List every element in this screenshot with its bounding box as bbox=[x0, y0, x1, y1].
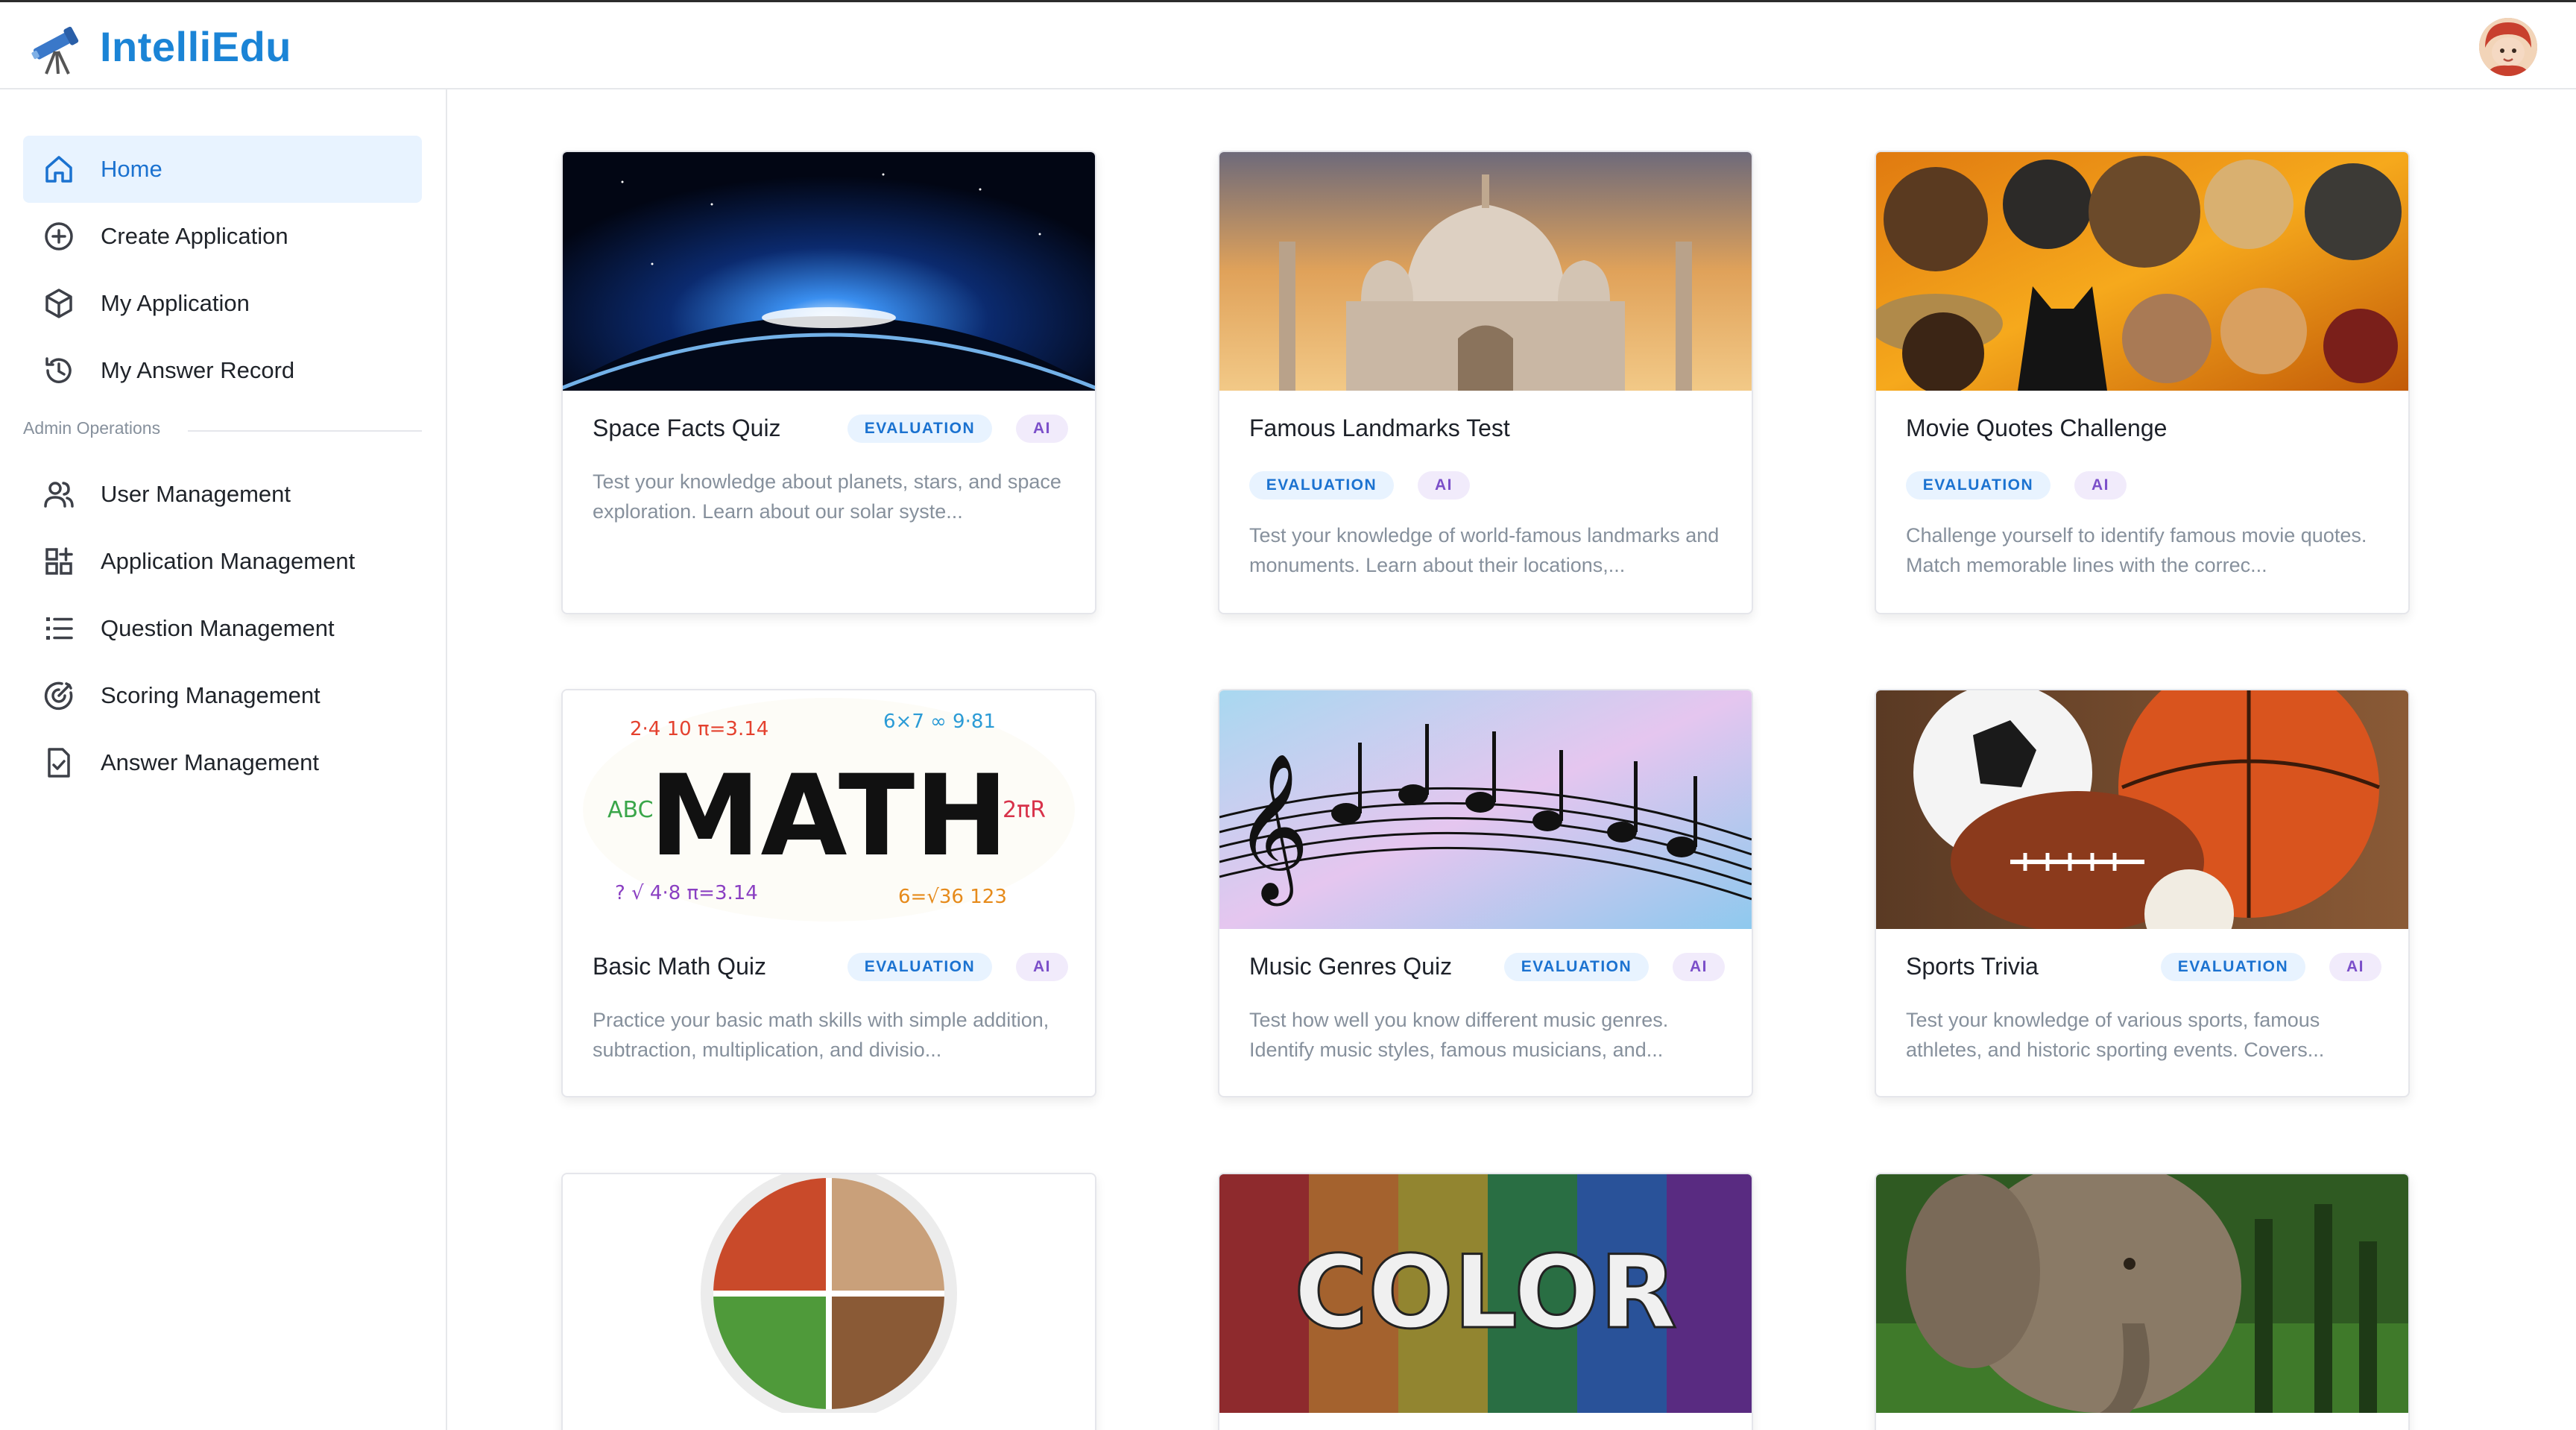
cube-icon bbox=[45, 289, 72, 318]
target-icon bbox=[44, 681, 73, 711]
ai-tag: AI bbox=[1016, 953, 1068, 981]
card-image-food-plate bbox=[563, 1174, 1095, 1413]
sidebar-item-user-management[interactable]: User Management bbox=[23, 461, 422, 528]
sidebar-item-label: My Answer Record bbox=[101, 357, 295, 383]
sidebar-item-label: My Application bbox=[101, 290, 250, 316]
svg-text:𝄞: 𝄞 bbox=[1234, 752, 1309, 906]
svg-text:ABC: ABC bbox=[607, 797, 654, 823]
sidebar-item-label: Question Management bbox=[101, 615, 335, 641]
sidebar-item-my-application[interactable]: My Application bbox=[23, 270, 422, 337]
card-image-elephant bbox=[1876, 1174, 2408, 1413]
card-description: Test your knowledge about planets, stars… bbox=[593, 470, 1061, 523]
top-header: IntelliEdu bbox=[0, 2, 2576, 89]
app-root: IntelliEdu Home Create Application My Ap… bbox=[0, 0, 2576, 1430]
svg-text:2πR: 2πR bbox=[1003, 797, 1046, 823]
ai-tag: AI bbox=[1016, 415, 1068, 443]
evaluation-tag: EVALUATION bbox=[1249, 471, 1394, 500]
card-title: Music Genres Quiz bbox=[1249, 953, 1453, 980]
sidebar-item-my-answer-record[interactable]: My Answer Record bbox=[23, 337, 422, 404]
svg-text:6×7 ∞ 9·81: 6×7 ∞ 9·81 bbox=[883, 711, 996, 733]
card-image-color: COLOR bbox=[1219, 1174, 1752, 1413]
color-image-text: COLOR bbox=[1294, 1234, 1677, 1351]
evaluation-tag: EVALUATION bbox=[2161, 953, 2305, 981]
evaluation-tag: EVALUATION bbox=[1906, 471, 2051, 500]
ai-tag: AI bbox=[1673, 953, 1725, 981]
users-icon bbox=[44, 482, 74, 508]
card-image-movie-collage bbox=[1876, 152, 2408, 391]
app-card-space-facts-quiz[interactable]: Space Facts Quiz EVALUATION AI Test your… bbox=[561, 151, 1096, 614]
app-card-music-genres-quiz[interactable]: 𝄞 Music Genres Quiz EVALUATION AI Test h… bbox=[1218, 689, 1753, 1097]
user-avatar[interactable] bbox=[2479, 18, 2537, 76]
ai-tag: AI bbox=[2074, 471, 2127, 500]
card-image-math: 2·4 10 π=3.14 6×7 ∞ 9·81 ? √ 4·8 π=3.14 … bbox=[563, 690, 1095, 929]
telescope-logo-icon[interactable] bbox=[28, 19, 85, 75]
sidebar-item-application-management[interactable]: Application Management bbox=[23, 528, 422, 595]
admin-operations-heading: Admin Operations bbox=[23, 418, 161, 438]
apps-icon bbox=[45, 547, 73, 575]
app-card-movie-quotes-challenge[interactable]: Movie Quotes Challenge EVALUATION AI Cha… bbox=[1875, 151, 2410, 614]
list-icon bbox=[46, 617, 73, 640]
evaluation-tag: EVALUATION bbox=[1504, 953, 1649, 981]
svg-text:2·4 10 π=3.14: 2·4 10 π=3.14 bbox=[630, 718, 768, 740]
app-card-color[interactable]: COLOR bbox=[1218, 1173, 1753, 1430]
svg-text:? √ 4·8 π=3.14: ? √ 4·8 π=3.14 bbox=[615, 882, 758, 904]
sidebar-item-label: Create Application bbox=[101, 223, 288, 249]
evaluation-tag: EVALUATION bbox=[847, 415, 992, 443]
app-card-sports-trivia[interactable]: Sports Trivia EVALUATION AI Test your kn… bbox=[1875, 689, 2410, 1097]
home-icon bbox=[45, 156, 72, 183]
app-card-grid: Space Facts Quiz EVALUATION AI Test your… bbox=[449, 89, 2576, 1430]
sidebar-item-label: Scoring Management bbox=[101, 682, 321, 708]
sidebar-item-answer-management[interactable]: Answer Management bbox=[23, 729, 422, 796]
history-icon bbox=[45, 357, 72, 383]
math-image-text: MATH bbox=[649, 752, 1008, 881]
card-title: Sports Trivia bbox=[1906, 953, 2039, 980]
app-card-nutrition[interactable] bbox=[561, 1173, 1096, 1430]
svg-text:6=√36 123: 6=√36 123 bbox=[898, 886, 1007, 908]
admin-divider bbox=[188, 430, 422, 432]
sidebar-item-home[interactable]: Home bbox=[23, 136, 422, 203]
sidebar-nav: Home Create Application My Application M… bbox=[0, 89, 447, 1430]
app-card-basic-math-quiz[interactable]: 2·4 10 π=3.14 6×7 ∞ 9·81 ? √ 4·8 π=3.14 … bbox=[561, 689, 1096, 1097]
card-description: Test how well you know different music g… bbox=[1249, 1009, 1669, 1061]
card-title: Famous Landmarks Test bbox=[1249, 415, 1510, 441]
card-description: Test your knowledge of various sports, f… bbox=[1906, 1009, 2325, 1061]
app-card-elephant[interactable] bbox=[1875, 1173, 2410, 1430]
plus-circle-icon bbox=[45, 222, 73, 251]
app-card-famous-landmarks-test[interactable]: Famous Landmarks Test EVALUATION AI Test… bbox=[1218, 151, 1753, 614]
sidebar-item-create-application[interactable]: Create Application bbox=[23, 203, 422, 270]
card-image-space bbox=[563, 152, 1095, 391]
sidebar-item-question-management[interactable]: Question Management bbox=[23, 595, 422, 662]
sidebar-item-label: Home bbox=[101, 156, 162, 182]
card-title: Basic Math Quiz bbox=[593, 953, 766, 980]
card-description: Practice your basic math skills with sim… bbox=[593, 1009, 1049, 1061]
card-description: Challenge yourself to identify famous mo… bbox=[1906, 524, 2367, 576]
card-image-music: 𝄞 bbox=[1219, 690, 1752, 929]
evaluation-tag: EVALUATION bbox=[847, 953, 992, 981]
card-description: Test your knowledge of world-famous land… bbox=[1249, 524, 1720, 576]
card-image-sports bbox=[1876, 690, 2408, 929]
file-check-icon bbox=[48, 748, 70, 778]
app-logo-text[interactable]: IntelliEdu bbox=[100, 19, 291, 75]
ai-tag: AI bbox=[2329, 953, 2381, 981]
sidebar-item-label: Answer Management bbox=[101, 749, 319, 775]
ai-tag: AI bbox=[1418, 471, 1470, 500]
card-image-landmark bbox=[1219, 152, 1752, 391]
sidebar-item-scoring-management[interactable]: Scoring Management bbox=[23, 662, 422, 729]
sidebar-item-label: Application Management bbox=[101, 548, 356, 574]
card-title: Space Facts Quiz bbox=[593, 415, 781, 441]
sidebar-item-label: User Management bbox=[101, 481, 291, 507]
card-title: Movie Quotes Challenge bbox=[1906, 415, 2168, 441]
